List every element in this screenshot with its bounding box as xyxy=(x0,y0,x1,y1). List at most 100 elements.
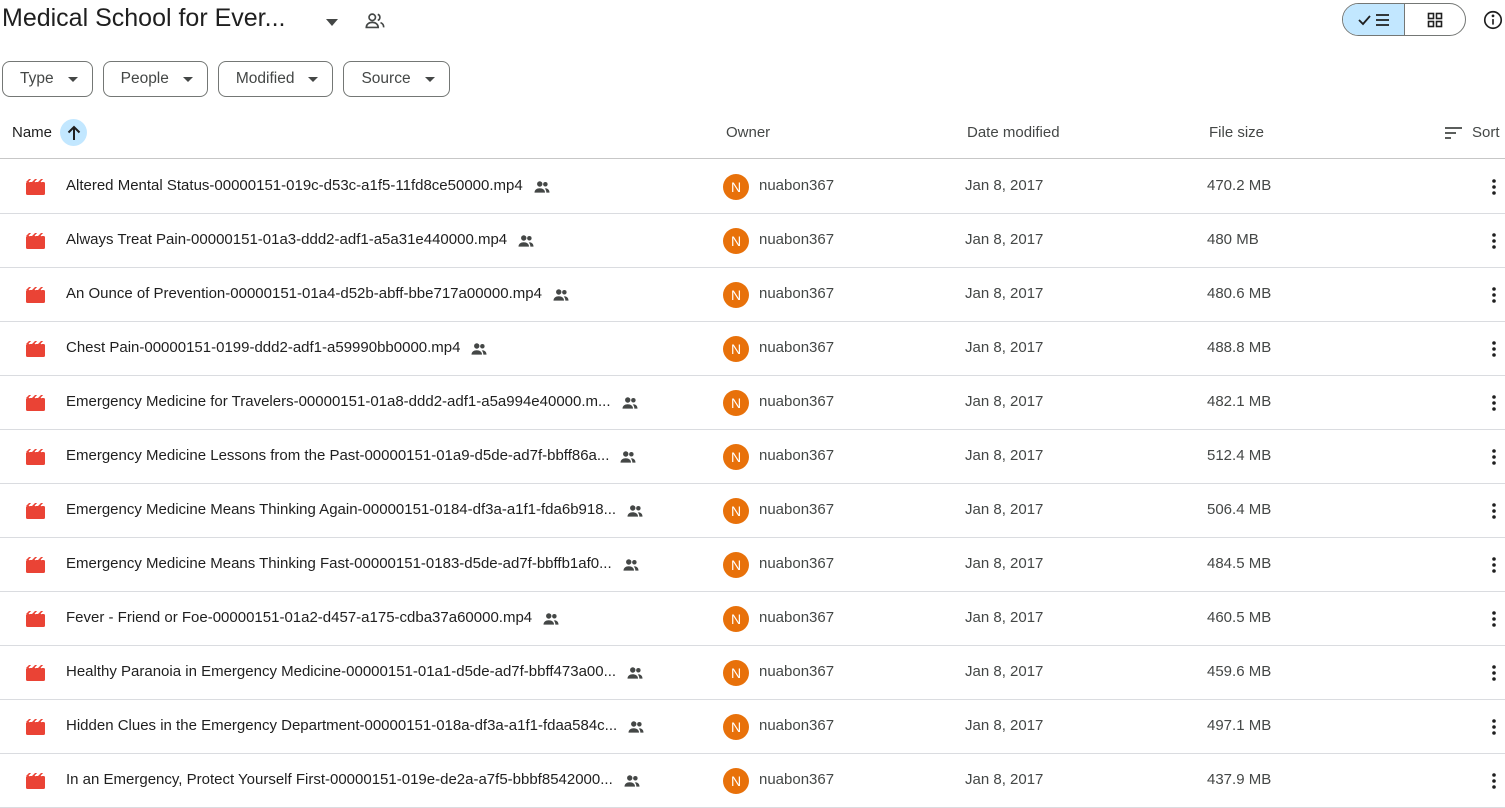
file-row[interactable]: Always Treat Pain-00000151-01a3-ddd2-adf… xyxy=(0,214,1505,268)
file-date-modified: Jan 8, 2017 xyxy=(965,555,1044,572)
grid-icon xyxy=(1427,12,1443,27)
avatar: N xyxy=(723,444,749,470)
file-owner: nuabon367 xyxy=(759,393,835,410)
filter-modified[interactable]: Modified xyxy=(217,61,334,97)
file-row[interactable]: In an Emergency, Protect Yourself First-… xyxy=(0,754,1505,808)
file-size: 484.5 MB xyxy=(1207,555,1272,572)
video-file-icon xyxy=(26,232,45,249)
file-date-modified: Jan 8, 2017 xyxy=(965,771,1044,788)
more-options-icon[interactable] xyxy=(1484,446,1504,468)
folder-menu-caret-icon[interactable] xyxy=(322,12,342,32)
file-size: 437.9 MB xyxy=(1207,771,1272,788)
video-file-icon xyxy=(26,556,45,573)
file-size: 482.1 MB xyxy=(1207,393,1272,410)
file-name[interactable]: Emergency Medicine Means Thinking Again-… xyxy=(66,501,616,518)
filter-source[interactable]: Source xyxy=(343,61,450,97)
file-size: 480 MB xyxy=(1207,231,1259,248)
more-options-icon[interactable] xyxy=(1484,554,1504,576)
video-file-icon xyxy=(26,718,45,735)
sort-button[interactable]: Sort xyxy=(1445,124,1500,141)
more-options-icon[interactable] xyxy=(1484,338,1504,360)
avatar: N xyxy=(723,606,749,632)
file-name[interactable]: Healthy Paranoia in Emergency Medicine-0… xyxy=(66,663,616,680)
file-row[interactable]: Hidden Clues in the Emergency Department… xyxy=(0,700,1505,754)
more-options-icon[interactable] xyxy=(1484,230,1504,252)
file-owner: nuabon367 xyxy=(759,285,835,302)
video-file-icon xyxy=(26,178,45,195)
shared-icon xyxy=(533,178,551,196)
file-name[interactable]: Emergency Medicine Means Thinking Fast-0… xyxy=(66,555,612,572)
more-options-icon[interactable] xyxy=(1484,608,1504,630)
file-name[interactable]: Emergency Medicine Lessons from the Past… xyxy=(66,447,609,464)
file-name[interactable]: An Ounce of Prevention-00000151-01a4-d52… xyxy=(66,285,542,302)
file-size: 460.5 MB xyxy=(1207,609,1272,626)
file-name[interactable]: Altered Mental Status-00000151-019c-d53c… xyxy=(66,177,523,194)
file-row[interactable]: Emergency Medicine Lessons from the Past… xyxy=(0,430,1505,484)
file-owner: nuabon367 xyxy=(759,339,835,356)
file-row[interactable]: Fever - Friend or Foe-00000151-01a2-d457… xyxy=(0,592,1505,646)
video-file-icon xyxy=(26,502,45,519)
file-size: 497.1 MB xyxy=(1207,717,1272,734)
video-file-icon xyxy=(26,340,45,357)
file-row[interactable]: An Ounce of Prevention-00000151-01a4-d52… xyxy=(0,268,1505,322)
avatar: N xyxy=(723,498,749,524)
filter-people[interactable]: People xyxy=(102,61,208,97)
avatar: N xyxy=(723,390,749,416)
file-name[interactable]: Hidden Clues in the Emergency Department… xyxy=(66,717,617,734)
shared-folder-icon[interactable] xyxy=(364,10,386,32)
file-name[interactable]: Emergency Medicine for Travelers-0000015… xyxy=(66,393,611,410)
file-row[interactable]: Emergency Medicine Means Thinking Again-… xyxy=(0,484,1505,538)
avatar: N xyxy=(723,228,749,254)
shared-icon xyxy=(623,772,641,790)
shared-icon xyxy=(517,232,535,250)
file-date-modified: Jan 8, 2017 xyxy=(965,609,1044,626)
file-row[interactable]: Emergency Medicine for Travelers-0000015… xyxy=(0,376,1505,430)
column-file-size[interactable]: File size xyxy=(1209,124,1264,141)
folder-title[interactable]: Medical School for Ever... xyxy=(2,4,285,33)
avatar: N xyxy=(723,768,749,794)
shared-icon xyxy=(626,664,644,682)
info-icon[interactable] xyxy=(1482,9,1504,31)
file-owner: nuabon367 xyxy=(759,231,835,248)
file-owner: nuabon367 xyxy=(759,771,835,788)
file-owner: nuabon367 xyxy=(759,717,835,734)
chevron-down-icon xyxy=(424,74,435,84)
avatar: N xyxy=(723,174,749,200)
file-date-modified: Jan 8, 2017 xyxy=(965,447,1044,464)
file-size: 470.2 MB xyxy=(1207,177,1272,194)
file-name[interactable]: In an Emergency, Protect Yourself First-… xyxy=(66,771,613,788)
file-owner: nuabon367 xyxy=(759,447,835,464)
file-row[interactable]: Healthy Paranoia in Emergency Medicine-0… xyxy=(0,646,1505,700)
file-owner: nuabon367 xyxy=(759,663,835,680)
grid-view-button[interactable] xyxy=(1405,4,1465,35)
column-name[interactable]: Name xyxy=(12,124,52,141)
file-name[interactable]: Chest Pain-00000151-0199-ddd2-adf1-a5999… xyxy=(66,339,460,356)
filter-type[interactable]: Type xyxy=(2,61,93,97)
file-owner: nuabon367 xyxy=(759,177,835,194)
file-size: 488.8 MB xyxy=(1207,339,1272,356)
column-date-modified[interactable]: Date modified xyxy=(967,124,1060,141)
list-view-button[interactable] xyxy=(1343,4,1405,35)
file-name[interactable]: Always Treat Pain-00000151-01a3-ddd2-adf… xyxy=(66,231,507,248)
video-file-icon xyxy=(26,286,45,303)
more-options-icon[interactable] xyxy=(1484,284,1504,306)
column-header: Name Owner Date modified File size Sort xyxy=(0,111,1505,159)
more-options-icon[interactable] xyxy=(1484,662,1504,684)
more-options-icon[interactable] xyxy=(1484,392,1504,414)
file-row[interactable]: Altered Mental Status-00000151-019c-d53c… xyxy=(0,160,1505,214)
file-date-modified: Jan 8, 2017 xyxy=(965,177,1044,194)
avatar: N xyxy=(723,660,749,686)
video-file-icon xyxy=(26,448,45,465)
more-options-icon[interactable] xyxy=(1484,716,1504,738)
file-row[interactable]: Emergency Medicine Means Thinking Fast-0… xyxy=(0,538,1505,592)
sort-ascending-icon[interactable] xyxy=(60,119,87,146)
sort-icon xyxy=(1445,126,1462,139)
avatar: N xyxy=(723,336,749,362)
file-row[interactable]: Chest Pain-00000151-0199-ddd2-adf1-a5999… xyxy=(0,322,1505,376)
shared-icon xyxy=(470,340,488,358)
more-options-icon[interactable] xyxy=(1484,500,1504,522)
view-toggle xyxy=(1342,3,1466,36)
shared-icon xyxy=(552,286,570,304)
more-options-icon[interactable] xyxy=(1484,176,1504,198)
file-name[interactable]: Fever - Friend or Foe-00000151-01a2-d457… xyxy=(66,609,532,626)
